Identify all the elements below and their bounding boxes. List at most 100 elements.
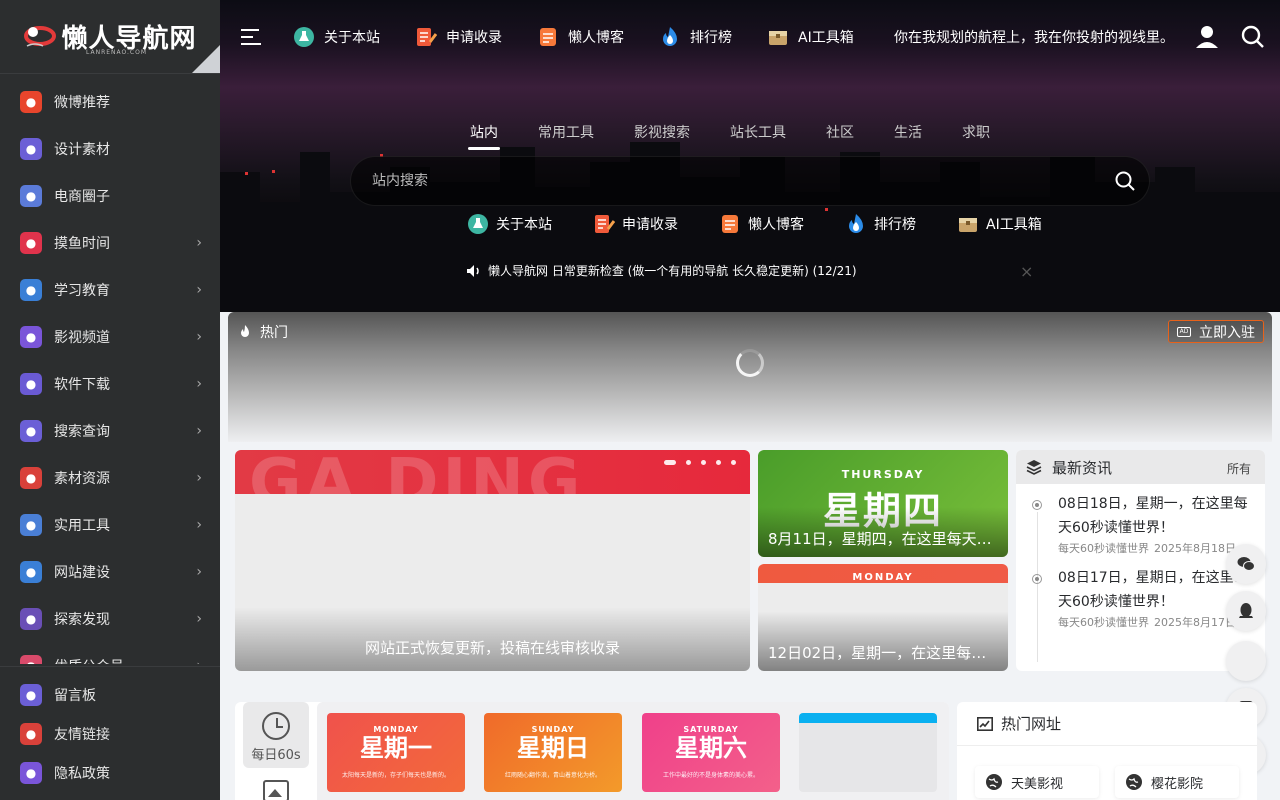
daily-tile[interactable]: SUNDAY 星期日 红雨随心翻作浪，青山着意化为桥。 [484, 713, 622, 792]
sidebar-item-6[interactable]: ● 软件下载 › [0, 360, 220, 407]
shop-icon: ● [20, 184, 42, 207]
news-item-title: 08日18日，星期一，在这里每天60秒读懂世界！ [1058, 496, 1248, 536]
sidebar-item-10[interactable]: ● 网站建设 › [0, 548, 220, 595]
edit-icon [414, 25, 438, 49]
join-button[interactable]: AD 立即入驻 [1168, 320, 1264, 343]
blank-float-button[interactable] [1226, 641, 1266, 681]
tile-subtitle: 工作中最好的不是身体素的美心累。 [662, 772, 759, 779]
daily-tile[interactable]: SATURDAY 星期六 工作中最好的不是身体素的美心累。 [642, 713, 780, 792]
news-card-thursday[interactable]: THURSDAY 星期四 8月11日，星期四，在这里每天60秒读懂世界！ [758, 450, 1008, 557]
sidebar-item-label: 软件下载 [54, 376, 110, 393]
sidebar-item-9[interactable]: ● 实用工具 › [0, 501, 220, 548]
top-link-2[interactable]: 懒人博客 [536, 25, 624, 49]
header-search-button[interactable] [1240, 24, 1266, 50]
sidebar-bottom-item-0[interactable]: ● 留言板 [0, 675, 220, 714]
notice-close-button[interactable]: × [1020, 262, 1033, 281]
news-all-link[interactable]: 所有 [1227, 460, 1251, 477]
search-submit-icon[interactable] [1113, 169, 1137, 193]
carousel-ghost-text: GA DING [249, 450, 585, 494]
loading-spinner-icon [736, 349, 764, 377]
sidebar-item-label: 探索发现 [54, 611, 110, 628]
search-tab-6[interactable]: 求职 [962, 122, 990, 150]
news-card-monday[interactable]: MONDAY 12日02日，星期一，在这里每天60秒读懂世界！ [758, 564, 1008, 671]
sidebar-item-label: 优质公众号 [54, 656, 196, 665]
site-slogan: 你在我规划的航程上，我在你投射的视线里。 [894, 30, 1174, 46]
quick-link-4[interactable]: AI工具箱 [956, 212, 1042, 236]
qq-float-button[interactable] [1226, 591, 1266, 631]
quick-link-3[interactable]: 排行榜 [844, 212, 916, 236]
sidebar-item-0[interactable]: ● 微博推荐 [0, 78, 220, 125]
sidebar-item-4[interactable]: ● 学习教育 › [0, 266, 220, 313]
search-tab-4[interactable]: 社区 [826, 122, 854, 150]
search-icon [1241, 25, 1264, 48]
sidebar-item-8[interactable]: ● 素材资源 › [0, 454, 220, 501]
hero-banner: 关于本站 申请收录 懒人博客 排行榜 AI工具箱 你在我规划的航程上，我在你投射的视线里… [220, 0, 1280, 312]
top-link-0[interactable]: 关于本站 [292, 25, 380, 49]
sidebar-item-11[interactable]: ● 探索发现 › [0, 595, 220, 642]
sidebar-item-12[interactable]: ● 优质公众号› [0, 642, 220, 664]
sidebar-item-label: 网站建设 [54, 564, 110, 581]
news-item[interactable]: 08日18日，星期一，在这里每天60秒读懂世界！ 每天60秒读懂世界 2025年8月… [1016, 484, 1265, 558]
menu-toggle-button[interactable] [220, 0, 284, 74]
tile-day-cn: 星期六 [675, 733, 747, 762]
daily-section: 每日60s MONDAY 星期一 太阳每天是新的，存子们每天也是新的。 SUNDAY 星… [235, 702, 949, 800]
edit-icon [592, 212, 616, 236]
sidebar-item-2[interactable]: ● 电商圈子 [0, 172, 220, 219]
top-link-4[interactable]: AI工具箱 [766, 25, 854, 49]
hot-site-item[interactable]: 天美影视 [975, 766, 1099, 798]
hot-site-item[interactable]: 樱花影院 [1115, 766, 1239, 798]
carousel-dot[interactable] [716, 460, 721, 465]
quick-link-1[interactable]: 申请收录 [592, 212, 678, 236]
tile-day-en: MONDAY [373, 725, 419, 734]
chevron-right-icon: › [196, 469, 202, 486]
search-tab-1[interactable]: 常用工具 [538, 122, 594, 150]
daily-tile[interactable]: MONDAY 星期一 太阳每天是新的，存子们每天也是新的。 [327, 713, 465, 792]
daily-tile[interactable] [799, 713, 937, 792]
featured-carousel[interactable]: GA DING 网站正式恢复更新，投稿在线审核收录 [235, 450, 750, 671]
news-item-title: 08日17日，星期日，在这里每天60秒读懂世界！ [1058, 570, 1248, 610]
search-tab-2[interactable]: 影视搜索 [634, 122, 690, 150]
carousel-dot[interactable] [686, 460, 691, 465]
user-button[interactable] [1194, 24, 1220, 50]
quick-link-2[interactable]: 懒人博客 [718, 212, 804, 236]
planet-icon: ● [20, 607, 42, 630]
daily-60s-tab[interactable]: 每日60s [243, 702, 309, 768]
top-link-1[interactable]: 申请收录 [414, 25, 502, 49]
chevron-right-icon: › [196, 658, 202, 665]
carousel-dot[interactable] [731, 460, 736, 465]
wechat-float-button[interactable] [1226, 544, 1266, 584]
image-tab-icon[interactable] [263, 780, 289, 800]
sidebar-item-7[interactable]: ● 搜索查询 › [0, 407, 220, 454]
search-tab-5[interactable]: 生活 [894, 122, 922, 150]
sidebar-bottom-item-1[interactable]: ● 友情链接 [0, 714, 220, 753]
site-logo[interactable]: 懒人导航网 LANRENAO.COM [0, 0, 220, 74]
chevron-right-icon: › [196, 516, 202, 533]
sidebar-item-5[interactable]: ● 影视频道 › [0, 313, 220, 360]
sidebar-item-label: 留言板 [54, 687, 96, 704]
notice-bar[interactable]: 懒人导航网 日常更新检查 (做一个有用的导航 长久稳定更新) (12/21) [466, 262, 857, 279]
search-tab-0[interactable]: 站内 [468, 122, 500, 150]
hot-sites-header: 热门网址 [957, 702, 1257, 746]
search-input[interactable] [351, 157, 1071, 205]
top-link-3[interactable]: 排行榜 [658, 25, 732, 49]
chevron-right-icon: › [196, 375, 202, 392]
sidebar-item-1[interactable]: ● 设计素材 [0, 125, 220, 172]
tile-day-cn: 星期一 [360, 733, 432, 762]
carousel-dot[interactable] [701, 460, 706, 465]
carousel-dot[interactable] [664, 460, 676, 465]
sidebar-bottom-item-2[interactable]: ● 隐私政策 [0, 753, 220, 792]
search-tab-3[interactable]: 站长工具 [730, 122, 786, 150]
tile-day-en [799, 713, 937, 725]
blog-icon [536, 25, 560, 49]
quick-link-0[interactable]: 关于本站 [466, 212, 552, 236]
chevron-right-icon: › [196, 610, 202, 627]
link-icon: ● [20, 722, 42, 745]
sidebar-item-3[interactable]: ● 摸鱼时间 › [0, 219, 220, 266]
carousel-dots [654, 460, 736, 465]
box-icon [956, 212, 980, 236]
shield-icon: ● [20, 761, 42, 784]
chevron-right-icon: › [196, 281, 202, 298]
ad-icon: AD [1177, 326, 1191, 337]
news-item-source: 每天60秒读懂世界 [1058, 616, 1149, 629]
search-box [350, 156, 1150, 206]
